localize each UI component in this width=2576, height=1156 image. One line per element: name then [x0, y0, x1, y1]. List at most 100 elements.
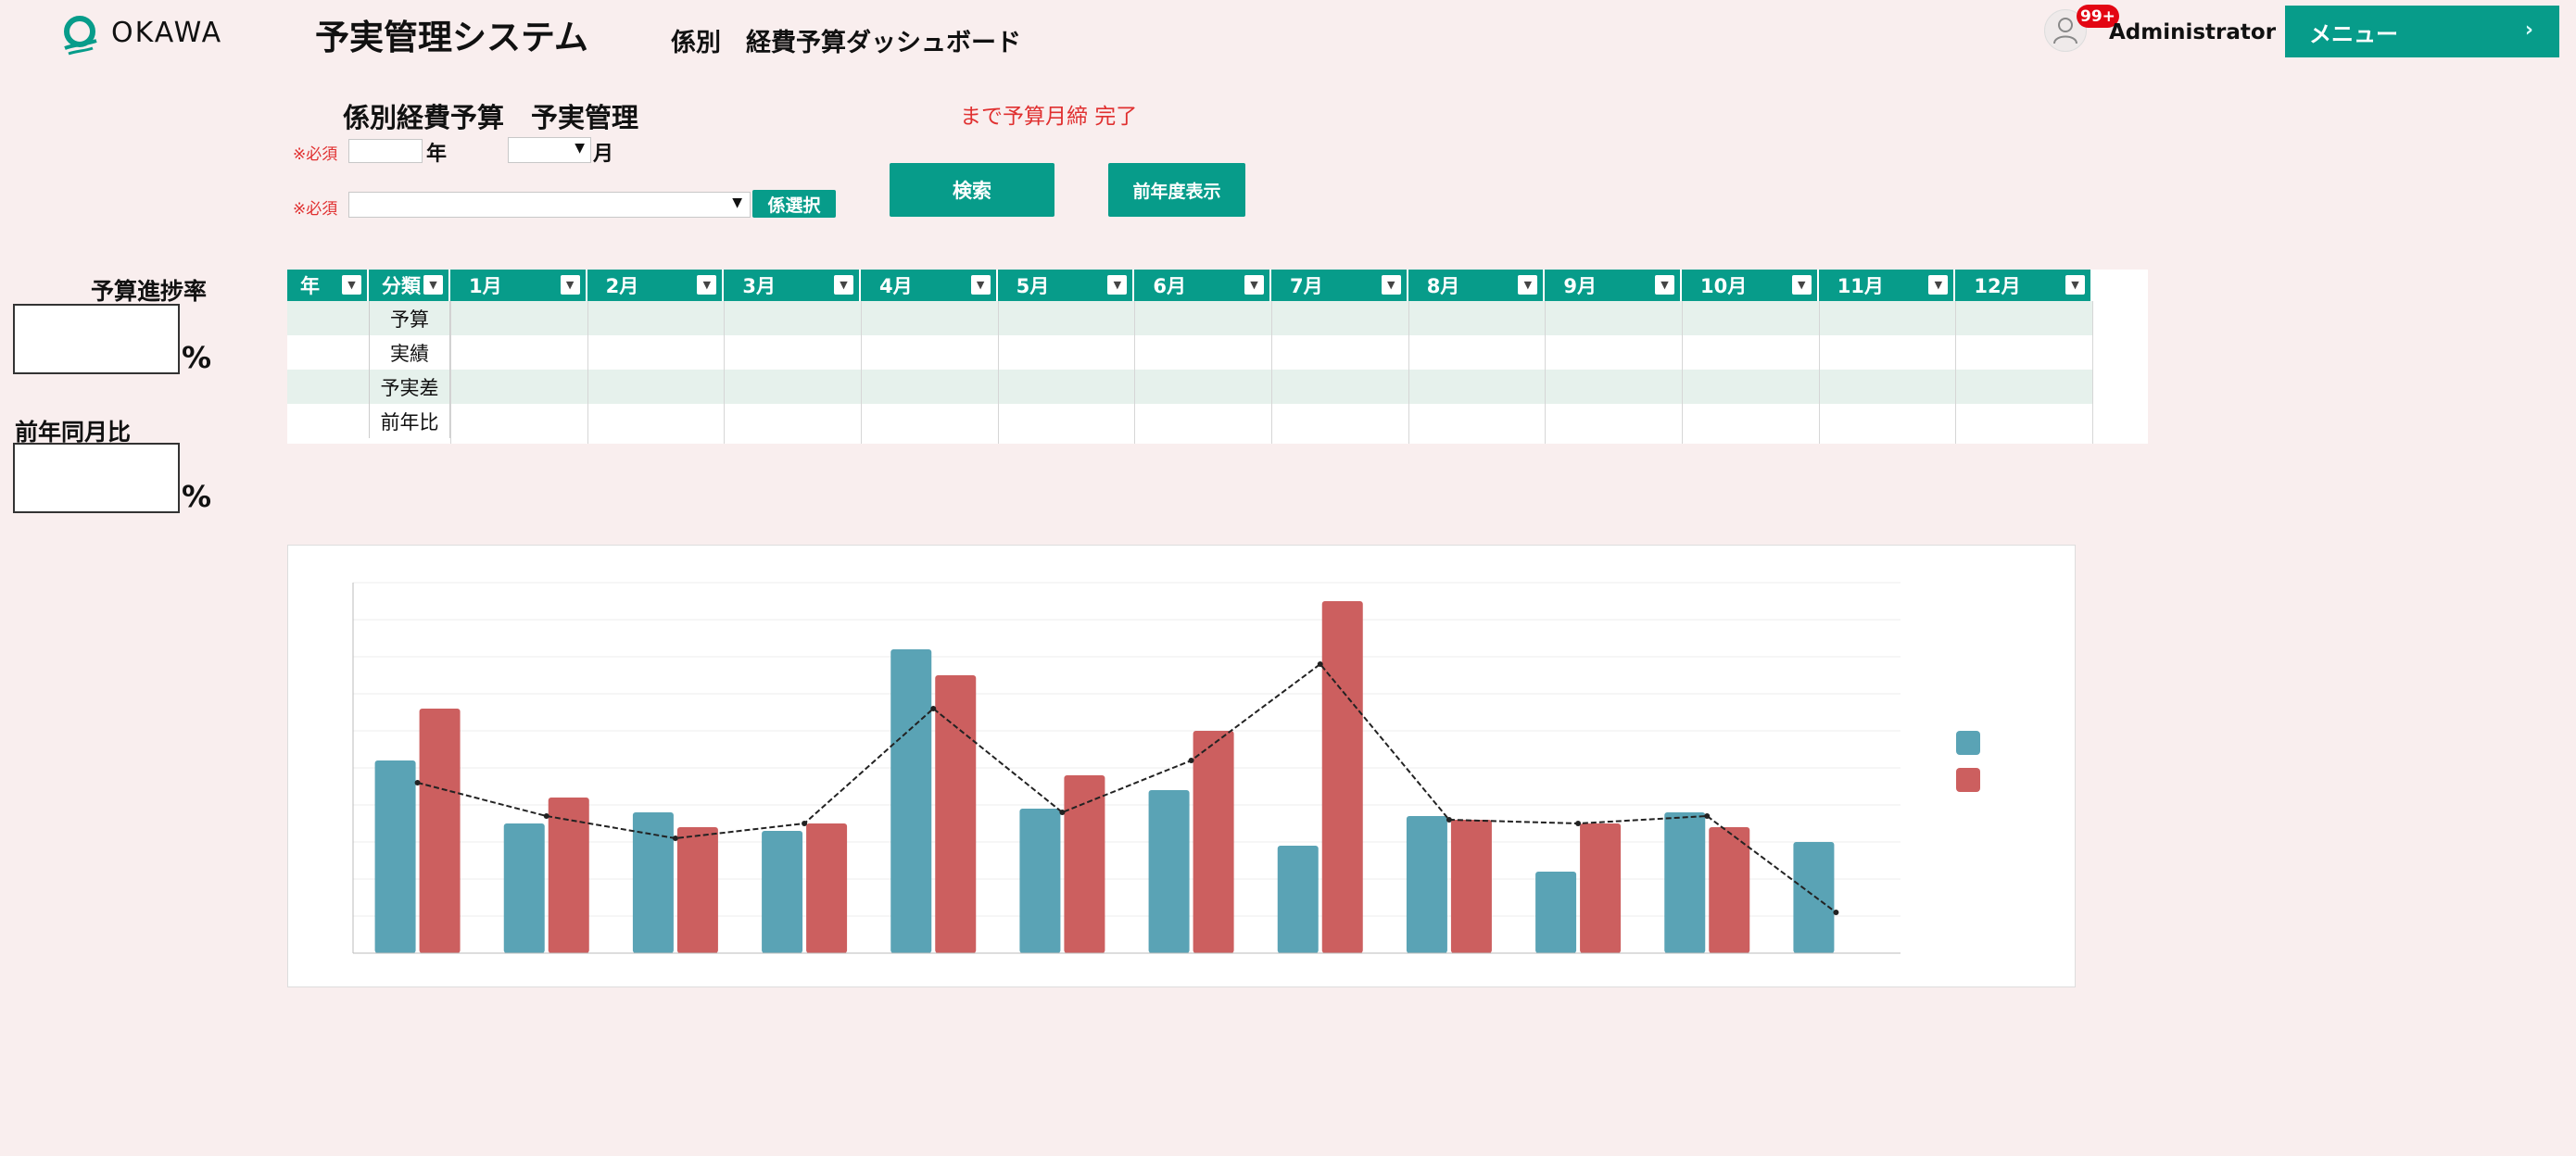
bar-budget — [632, 812, 674, 953]
menu-button[interactable]: メニュー › — [2285, 6, 2559, 57]
section-select-button[interactable]: 係選択 — [752, 190, 836, 218]
month-select[interactable]: ▼ — [508, 137, 591, 163]
trend-point — [543, 813, 549, 819]
column-header[interactable]: 11月 ▼ — [1818, 270, 1956, 301]
column-header[interactable]: 2月 ▼ — [587, 270, 725, 301]
trend-point — [414, 780, 421, 785]
bar-budget — [1664, 812, 1706, 953]
row-label-budget: 予算 — [369, 301, 450, 335]
column-header-label: 7月 — [1290, 275, 1323, 297]
trend-point — [1833, 910, 1839, 915]
okawa-logo[interactable]: OKAWA — [59, 15, 254, 57]
legend-swatch-budget — [1956, 731, 1980, 755]
section-select[interactable]: ▼ — [348, 192, 751, 218]
trend-point — [930, 706, 937, 711]
table-row — [287, 301, 2092, 335]
column-header[interactable]: 12月 ▼ — [1955, 270, 2093, 301]
bar-budget — [1019, 809, 1061, 953]
row-label-yoy: 前年比 — [369, 404, 450, 438]
column-header-label: 2月 — [605, 275, 639, 297]
column-divider — [724, 301, 726, 444]
column-header[interactable]: 年 ▼ — [287, 270, 369, 301]
column-header[interactable]: 分類 ▼ — [369, 270, 450, 301]
chevron-down-icon: ▼ — [575, 141, 585, 156]
column-header-label: 12月 — [1974, 275, 2021, 297]
column-header[interactable]: 10月 ▼ — [1682, 270, 1819, 301]
bar-actual — [1193, 731, 1234, 953]
column-header[interactable]: 9月 ▼ — [1545, 270, 1683, 301]
filter-dropdown-icon[interactable]: ▼ — [1655, 275, 1675, 295]
year-input[interactable] — [348, 139, 423, 163]
bar-budget — [762, 831, 803, 953]
bar-actual — [1450, 820, 1492, 953]
yoy-percent: % — [182, 479, 212, 514]
column-header[interactable]: 3月 ▼ — [724, 270, 861, 301]
row-label-actual: 実績 — [369, 335, 450, 370]
menu-label: メニュー — [2309, 20, 2398, 47]
filter-dropdown-icon[interactable]: ▼ — [1107, 275, 1128, 295]
filter-dropdown-icon[interactable]: ▼ — [1518, 275, 1538, 295]
search-button[interactable]: 検索 — [890, 163, 1054, 217]
column-divider — [1545, 301, 1547, 444]
column-divider — [1134, 301, 1136, 444]
column-divider — [2092, 301, 2094, 444]
filter-dropdown-icon[interactable]: ▼ — [560, 275, 580, 295]
trend-point — [1188, 758, 1194, 763]
chart-svg — [352, 582, 1980, 954]
bar-budget — [1148, 790, 1190, 953]
bar-actual — [935, 675, 977, 953]
column-header[interactable]: 7月 ▼ — [1271, 270, 1408, 301]
trend-point — [1704, 813, 1711, 819]
bar-actual — [419, 709, 461, 953]
filter-dropdown-icon[interactable]: ▼ — [1381, 275, 1401, 295]
column-divider — [861, 301, 862, 444]
bar-actual — [1709, 827, 1750, 953]
closing-status-text: まで予算月締 完了 — [960, 105, 1138, 129]
okawa-logo-icon — [64, 16, 97, 56]
trend-point — [1317, 661, 1323, 667]
filter-dropdown-icon[interactable]: ▼ — [970, 275, 991, 295]
column-header[interactable]: 4月 ▼ — [861, 270, 998, 301]
logo-text: OKAWA — [111, 17, 223, 49]
filter-dropdown-icon[interactable]: ▼ — [1791, 275, 1812, 295]
bar-budget — [503, 823, 545, 953]
column-divider — [1682, 301, 1684, 444]
chevron-down-icon: ▼ — [732, 195, 742, 210]
column-header-label: 4月 — [879, 275, 913, 297]
column-header[interactable]: 6月 ▼ — [1134, 270, 1271, 301]
yoy-value — [13, 443, 180, 513]
trend-point — [672, 836, 678, 841]
chevron-right-icon: › — [2524, 19, 2533, 42]
bar-budget — [374, 760, 416, 953]
bar-budget — [1277, 846, 1319, 953]
trend-point — [802, 821, 808, 826]
filter-dropdown-icon[interactable]: ▼ — [1928, 275, 1949, 295]
filter-dropdown-icon[interactable]: ▼ — [697, 275, 717, 295]
bar-actual — [1321, 601, 1363, 953]
bar-budget — [1406, 816, 1447, 953]
budget-progress-value — [13, 304, 180, 374]
column-divider — [1271, 301, 1273, 444]
column-header-label: 8月 — [1426, 275, 1460, 297]
prev-year-button[interactable]: 前年度表示 — [1108, 163, 1245, 217]
filter-dropdown-icon[interactable]: ▼ — [342, 275, 361, 295]
column-header[interactable]: 8月 ▼ — [1408, 270, 1546, 301]
bar-actual — [676, 827, 718, 953]
filter-dropdown-icon[interactable]: ▼ — [1244, 275, 1264, 295]
filter-dropdown-icon[interactable]: ▼ — [833, 275, 853, 295]
column-divider — [997, 301, 999, 444]
filter-dropdown-icon[interactable]: ▼ — [2065, 275, 2086, 295]
bar-actual — [1580, 823, 1622, 953]
budget-progress-label: 予算進捗率 — [91, 278, 208, 305]
table-row — [287, 335, 2092, 370]
legend-swatch-actual — [1956, 768, 1980, 792]
column-header-label: 9月 — [1563, 275, 1597, 297]
filter-dropdown-icon[interactable]: ▼ — [423, 275, 443, 295]
required-mark-section: ※必須 — [293, 200, 338, 219]
column-header[interactable]: 1月 ▼ — [450, 270, 587, 301]
column-header-label: 1月 — [469, 275, 502, 297]
column-header[interactable]: 5月 ▼ — [997, 270, 1135, 301]
column-header-label: 5月 — [1016, 275, 1050, 297]
bar-budget — [890, 649, 932, 953]
month-suffix: 月 — [593, 143, 614, 166]
